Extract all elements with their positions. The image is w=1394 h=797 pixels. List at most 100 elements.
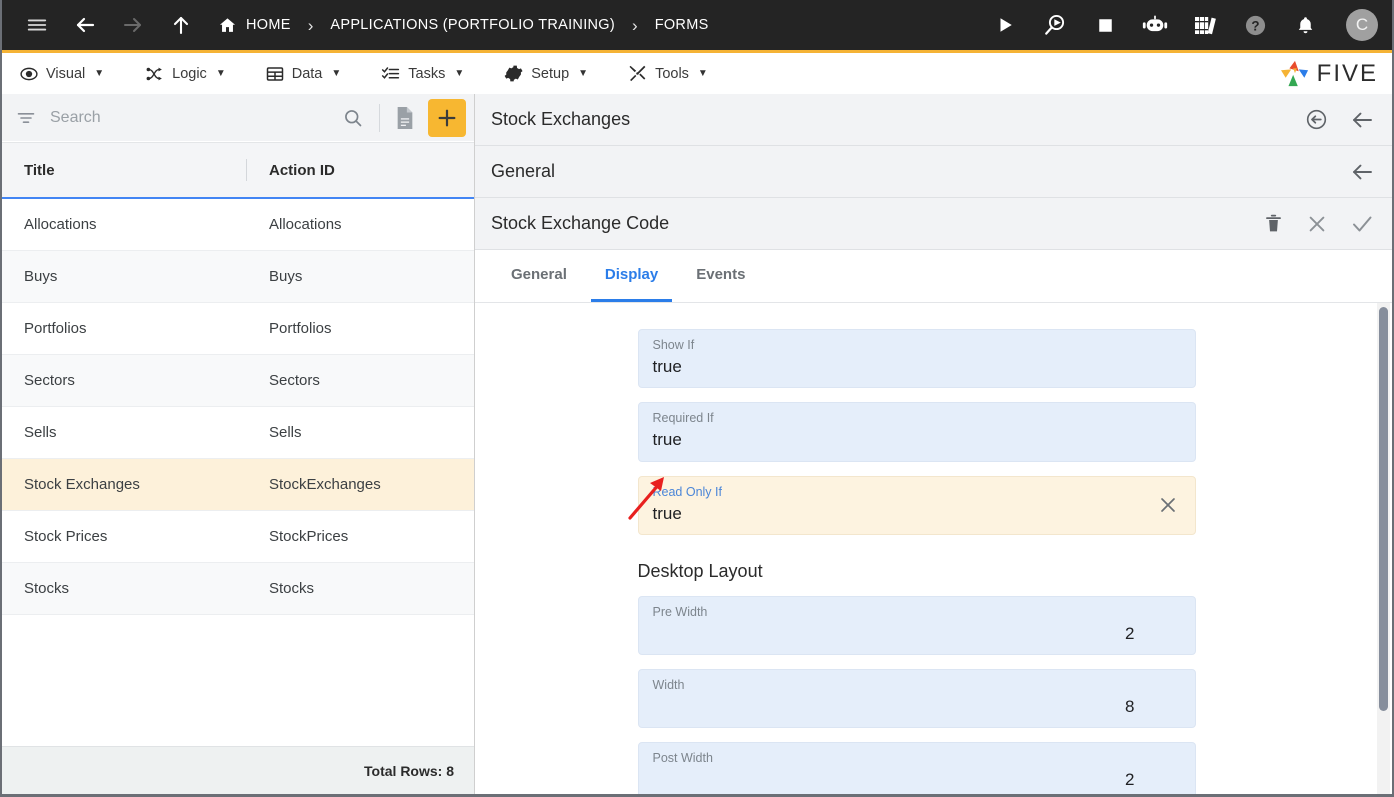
user-avatar[interactable]: C (1346, 9, 1378, 41)
forms-grid: Title Action ID Allocations Allocations … (2, 142, 474, 794)
field-read-only-if[interactable]: Read Only If true (637, 475, 1196, 535)
tab-label-general: General (511, 266, 567, 283)
chat-bot-icon[interactable] (1138, 8, 1172, 42)
form-scroll-region: Show If true Required If true Read Only … (475, 303, 1392, 794)
tab-display[interactable]: Display (590, 250, 673, 302)
search-icon[interactable] (335, 108, 371, 128)
main-content-area: Title Action ID Allocations Allocations … (2, 94, 1392, 794)
cell-action-id: Sells (269, 424, 302, 441)
tools-icon (628, 64, 647, 83)
close-x-icon[interactable] (1306, 213, 1328, 235)
search-input[interactable] (36, 108, 335, 127)
svg-text:?: ? (1251, 18, 1259, 33)
field-width[interactable]: Width 8 (637, 669, 1196, 729)
five-logo-mark-icon (1280, 60, 1310, 88)
back-arrow-icon[interactable] (1350, 108, 1374, 132)
menu-item-visual[interactable]: Visual ▼ (20, 65, 104, 83)
menu-item-data[interactable]: Data ▼ (266, 65, 342, 83)
grid-footer-total-rows: Total Rows: 8 (2, 746, 474, 794)
run-play-icon[interactable] (988, 8, 1022, 42)
chevron-down-icon: ▼ (578, 68, 589, 79)
menu-label-data: Data (291, 65, 323, 82)
form-editor-panel: Stock Exchanges General Stock Exchange C… (475, 94, 1392, 794)
scrollbar-thumb[interactable] (1379, 307, 1388, 711)
breadcrumb-label-forms[interactable]: FORMS (655, 17, 709, 33)
tab-general[interactable]: General (497, 250, 581, 302)
forward-arrow-icon[interactable] (116, 8, 150, 42)
table-row[interactable]: Stock Prices StockPrices (2, 511, 474, 563)
add-plus-button[interactable] (428, 98, 466, 137)
table-row-selected[interactable]: Stock Exchanges StockExchanges (2, 459, 474, 511)
chevron-down-icon: ▼ (215, 68, 226, 79)
back-arrow-icon[interactable] (1350, 160, 1374, 184)
menu-label-logic: Logic (172, 65, 207, 82)
panel-title-stock-exchange-code: Stock Exchange Code (491, 213, 670, 233)
field-value-required-if[interactable]: true (653, 429, 1181, 450)
cell-action-id: Portfolios (269, 320, 332, 337)
back-arrow-icon[interactable] (68, 8, 102, 42)
menu-item-tasks[interactable]: Tasks ▼ (381, 65, 464, 83)
field-value-read-only-if[interactable]: true (653, 503, 1181, 524)
revert-circle-arrow-icon[interactable] (1305, 108, 1328, 131)
eye-icon (20, 65, 38, 83)
field-value-pre-width[interactable]: 2 (653, 623, 1181, 644)
nodes-icon (144, 65, 164, 83)
menu-item-setup[interactable]: Setup ▼ (504, 64, 588, 83)
column-header-title[interactable]: Title (2, 162, 246, 179)
up-arrow-icon[interactable] (164, 8, 198, 42)
debug-search-play-icon[interactable] (1038, 8, 1072, 42)
cell-action-id: StockExchanges (269, 476, 381, 493)
filter-icon[interactable] (16, 108, 36, 128)
gear-icon (504, 64, 523, 83)
panel-header-general: General (475, 146, 1392, 198)
table-row[interactable]: Sectors Sectors (2, 355, 474, 407)
field-value-post-width[interactable]: 2 (653, 769, 1181, 790)
cell-title: Sectors (24, 372, 75, 389)
field-value-show-if[interactable]: true (653, 356, 1181, 377)
table-row[interactable]: Buys Buys (2, 251, 474, 303)
menu-item-logic[interactable]: Logic ▼ (144, 65, 226, 83)
field-label-width: Width (652, 678, 685, 692)
breadcrumb-label-applications[interactable]: APPLICATIONS (PORTFOLIO TRAINING) (330, 17, 615, 33)
editor-tabs: General Display Events (475, 250, 1392, 303)
cell-action-id: Stocks (269, 580, 315, 597)
cell-action-id: Allocations (269, 216, 342, 233)
stop-square-icon[interactable] (1088, 8, 1122, 42)
table-row[interactable]: Allocations Allocations (2, 199, 474, 251)
table-row[interactable]: Portfolios Portfolios (2, 303, 474, 355)
breadcrumb-separator-2: › (632, 15, 638, 35)
clear-x-icon[interactable] (1157, 494, 1179, 516)
notification-bell-icon[interactable] (1288, 8, 1322, 42)
save-check-icon[interactable] (1350, 212, 1374, 236)
cell-action-id: Sectors (269, 372, 320, 389)
app-window: HOME › APPLICATIONS (PORTFOLIO TRAINING)… (0, 0, 1394, 797)
search-toolbar (2, 94, 474, 142)
field-show-if[interactable]: Show If true (637, 329, 1196, 389)
chevron-down-icon: ▼ (331, 68, 342, 79)
hamburger-menu-icon[interactable] (20, 8, 54, 42)
field-label-read-only-if: Read Only If (652, 484, 722, 499)
menu-item-tools[interactable]: Tools ▼ (628, 64, 708, 83)
field-required-if[interactable]: Required If true (637, 402, 1196, 462)
chevron-down-icon: ▼ (94, 68, 105, 79)
tab-events[interactable]: Events (682, 250, 759, 302)
five-logo-text: FIVE (1316, 59, 1378, 87)
checklist-icon (381, 65, 400, 83)
delete-trash-icon[interactable] (1263, 213, 1284, 234)
field-value-width[interactable]: 8 (653, 696, 1181, 717)
table-row[interactable]: Sells Sells (2, 407, 474, 459)
books-library-icon[interactable] (1188, 8, 1222, 42)
field-post-width[interactable]: Post Width 2 (637, 742, 1196, 794)
menu-label-tools: Tools (655, 65, 689, 82)
cell-action-id: Buys (269, 268, 303, 285)
tab-label-events: Events (696, 266, 746, 283)
table-row[interactable]: Stocks Stocks (2, 563, 474, 615)
field-pre-width[interactable]: Pre Width 2 (637, 595, 1196, 655)
help-question-icon[interactable]: ? (1238, 8, 1272, 42)
document-icon[interactable] (388, 106, 422, 130)
breadcrumb-home[interactable]: HOME (212, 16, 291, 35)
column-header-action-id[interactable]: Action ID (247, 162, 474, 179)
application-menu-bar: Visual ▼ Logic ▼ Data ▼ Tasks ▼ Setup ▼ … (2, 50, 1392, 94)
field-label-post-width: Post Width (652, 751, 713, 766)
form-vertical-scrollbar[interactable] (1377, 303, 1390, 794)
